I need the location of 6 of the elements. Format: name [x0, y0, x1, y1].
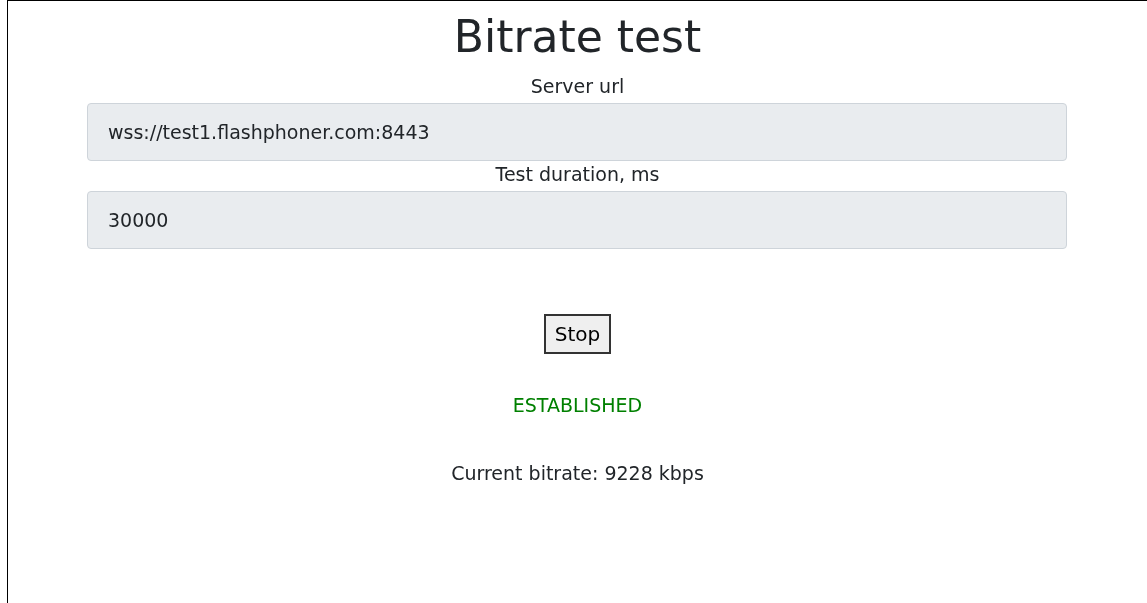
stop-button[interactable]: Stop	[543, 314, 612, 355]
field-label: Test duration, ms	[495, 163, 660, 186]
page-title: Bitrate test	[453, 13, 702, 62]
bitrate-text: Current bitrate: 9228 kbps	[451, 462, 704, 485]
field-label: Server url	[530, 75, 625, 98]
connection-status: ESTABLISHED	[512, 394, 643, 417]
